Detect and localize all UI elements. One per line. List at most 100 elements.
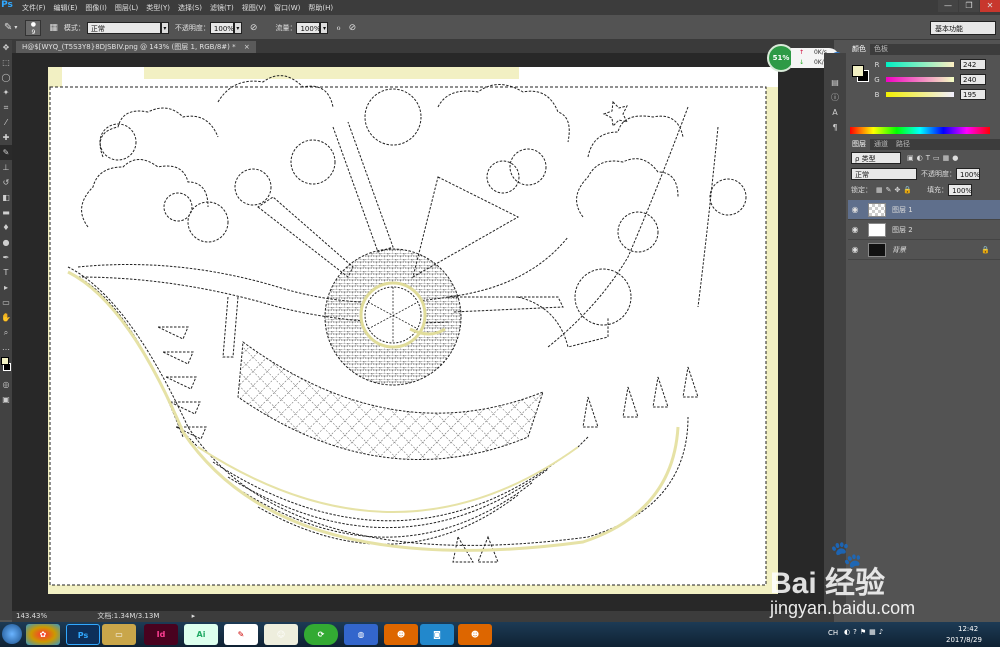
brush-panel-icon[interactable]: ▦ [49,23,58,33]
taskbar-refresh-icon[interactable]: ⟳ [304,624,338,645]
tab-channels[interactable]: 通道 [870,139,892,150]
menu-file[interactable]: 文件(F) [22,3,46,13]
fg-color-preview[interactable] [852,65,864,77]
brush-tool-active-icon[interactable]: ✎ [0,145,12,160]
path-select-tool-icon[interactable]: ▸ [0,280,12,295]
type-tool-icon[interactable]: T [0,265,12,280]
clock-date[interactable]: 2017/8/29 [946,636,982,644]
r-slider[interactable] [886,62,954,67]
tray-icons[interactable]: ◐?⚑▦♪ [844,628,886,636]
document-tab[interactable]: H@$[WYQ_(T5S3Y8}8DJSBIV.png @ 143% (图层 1… [16,41,256,53]
menu-type[interactable]: 类型(Y) [146,3,170,13]
layer-row[interactable]: ◉ 图层 2 [848,220,1000,240]
clock-time[interactable]: 12:42 [958,625,978,633]
fill-field[interactable]: 100% [948,184,972,196]
flow-field[interactable]: 100% [296,21,320,34]
layer-row[interactable]: ◉ 图层 1 [848,200,1000,220]
layer-name[interactable]: 图层 2 [892,225,913,235]
tool-preset-dropdown-icon[interactable]: ▾ [14,24,17,31]
menu-select[interactable]: 选择(S) [178,3,202,13]
taskbar-avatar-icon[interactable]: ☺ [264,624,298,645]
layer-row[interactable]: ◉ 背景 🔒 [848,240,1000,260]
eraser-tool-icon[interactable]: ◧ [0,190,12,205]
r-value[interactable]: 242 [960,59,986,70]
input-language[interactable]: CH [828,629,838,637]
crop-tool-icon[interactable]: ⌗ [0,100,12,115]
color-swatches[interactable] [0,355,12,377]
foreground-color-swatch[interactable] [1,357,9,365]
zoom-tool-icon[interactable]: ⌕ [0,325,12,340]
taskbar-indesign-icon[interactable]: Id [144,624,178,645]
menu-layer[interactable]: 图层(L) [115,3,138,13]
taskbar-globe-icon[interactable]: ◍ [344,624,378,645]
gradient-tool-icon[interactable]: ▬ [0,205,12,220]
tab-swatches[interactable]: 色板 [870,44,892,55]
taskbar-ninja2-icon[interactable]: ☻ [458,624,492,645]
layer-name[interactable]: 图层 1 [892,205,913,215]
marquee-tool-icon[interactable]: ⬚ [0,55,12,70]
color-spectrum[interactable] [850,127,990,134]
brush-tool-icon[interactable]: ✎ [4,22,12,33]
visibility-eye-icon[interactable]: ◉ [848,205,862,214]
taskbar-explorer-icon[interactable]: ▭ [102,624,136,645]
pen-tool-icon[interactable]: ✒ [0,250,12,265]
lock-icons[interactable]: ▦✎✥🔒 [876,186,915,194]
shape-tool-icon[interactable]: ▭ [0,295,12,310]
menu-edit[interactable]: 编辑(E) [54,3,78,13]
layer-opacity-field[interactable]: 100% [956,168,980,180]
status-menu-arrow-icon[interactable]: ▸ [192,612,196,620]
stamp-tool-icon[interactable]: ⊥ [0,160,12,175]
taskbar-illustrator-icon[interactable]: Ai [184,624,218,645]
restore-button[interactable]: ❐ [959,0,979,12]
minimize-button[interactable]: — [938,0,958,12]
b-slider[interactable] [886,92,954,97]
history-panel-icon[interactable]: ▤ [829,75,841,90]
taskbar-photoshop-icon[interactable]: Ps [66,624,100,645]
taskbar-browser-icon[interactable]: ✿ [26,624,60,645]
history-brush-tool-icon[interactable]: ↺ [0,175,12,190]
taskbar-acrobat-icon[interactable]: ✎ [224,624,258,645]
menu-window[interactable]: 窗口(W) [274,3,300,13]
healing-tool-icon[interactable]: ✚ [0,130,12,145]
menu-help[interactable]: 帮助(H) [308,3,333,13]
pressure-opacity-icon[interactable]: ⊘ [250,23,258,33]
quick-mask-icon[interactable]: ◎ [0,377,12,392]
info-panel-icon[interactable]: ⓘ [829,90,841,105]
hand-tool-icon[interactable]: ✋ [0,310,12,325]
close-tab-icon[interactable]: × [244,43,250,51]
tab-color[interactable]: 颜色 [848,44,870,55]
taskbar-ninja-icon[interactable]: ☻ [384,624,418,645]
layer-filter-select[interactable]: ρ 类型 [851,152,901,164]
opacity-field[interactable]: 100% [209,21,234,34]
more-tools-icon[interactable]: … [0,340,12,355]
brush-preset-picker[interactable]: ● 9 [25,19,42,36]
opacity-dropdown-icon[interactable]: ▾ [233,21,242,34]
dodge-tool-icon[interactable]: ● [0,235,12,250]
menu-view[interactable]: 视图(V) [242,3,266,13]
zoom-level[interactable]: 143.43% [16,612,47,620]
magic-wand-tool-icon[interactable]: ✦ [0,85,12,100]
document-canvas[interactable] [48,67,778,594]
tab-paths[interactable]: 路径 [892,139,914,150]
g-value[interactable]: 240 [960,74,986,85]
close-button[interactable]: ✕ [980,0,1000,12]
character-panel-icon[interactable]: A [829,105,841,120]
blend-mode-select[interactable]: 正常 [851,168,917,180]
filter-icons[interactable]: ▣◐T▭▦● [907,154,961,162]
airbrush-icon[interactable]: ℴ [336,23,340,33]
paragraph-panel-icon[interactable]: ¶ [829,120,841,135]
start-button-icon[interactable] [2,624,22,644]
mode-dropdown-icon[interactable]: ▾ [160,21,169,34]
menu-image[interactable]: 图像(I) [85,3,107,13]
blur-tool-icon[interactable]: ♦ [0,220,12,235]
layer-name[interactable]: 背景 [892,245,906,255]
visibility-eye-icon[interactable]: ◉ [848,245,862,254]
taskbar-camera-icon[interactable]: ◙ [420,624,454,645]
visibility-eye-icon[interactable]: ◉ [848,225,862,234]
move-tool-icon[interactable]: ✥ [0,40,12,55]
flow-dropdown-icon[interactable]: ▾ [320,21,329,34]
pressure-size-icon[interactable]: ⊘ [349,23,357,33]
workspace-switcher[interactable]: 基本功能 [930,21,996,35]
b-value[interactable]: 195 [960,89,986,100]
screen-mode-icon[interactable]: ▣ [0,392,12,407]
